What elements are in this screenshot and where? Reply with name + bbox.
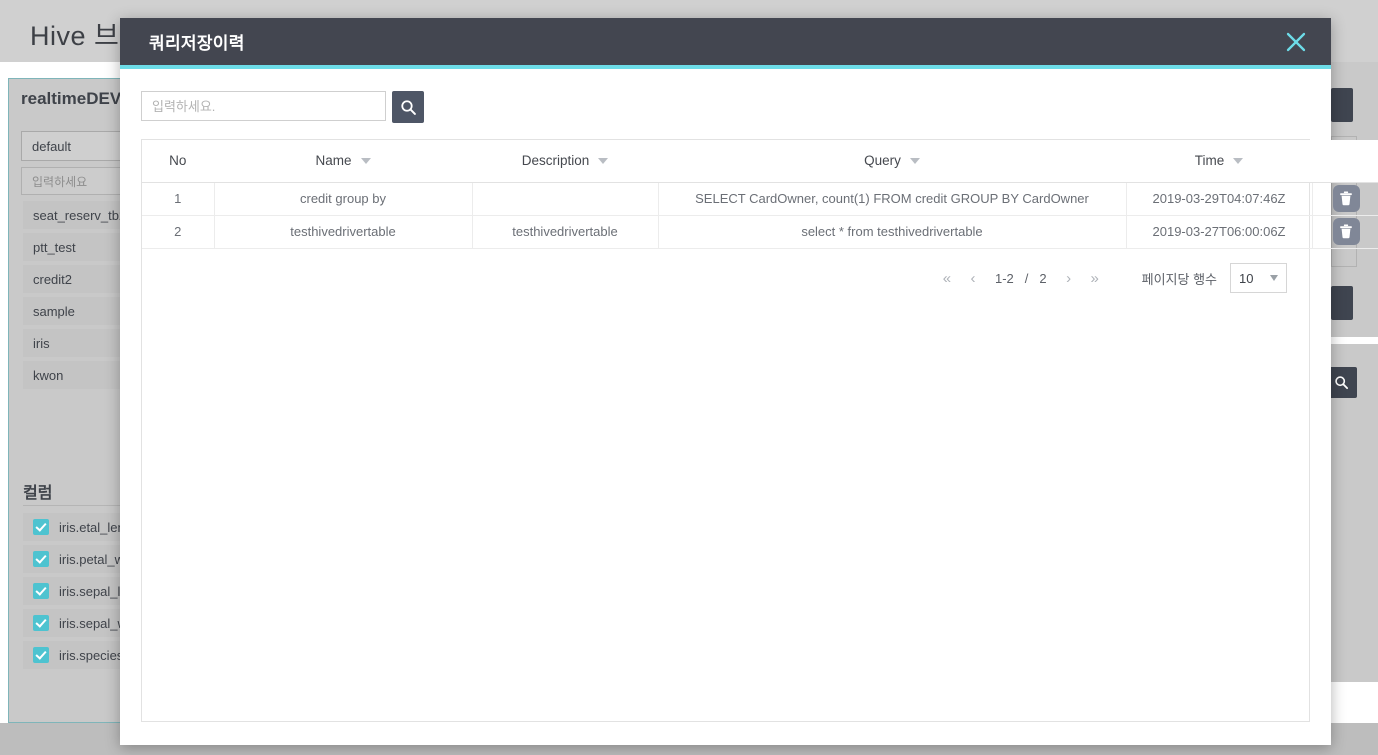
- table-filter-placeholder: 입력하세요: [32, 174, 88, 189]
- query-history-modal: 쿼리저장이력 입력하세요. No Name Description Query …: [120, 18, 1378, 745]
- rows-per-page-label: 페이지당 행수: [1141, 271, 1217, 287]
- checkbox-checked-icon[interactable]: [33, 583, 49, 599]
- cell-description: [472, 182, 659, 216]
- rows-per-page-select[interactable]: 10: [1230, 263, 1287, 293]
- column-header-time[interactable]: Time: [1126, 140, 1312, 183]
- column-header-label: Query: [864, 153, 901, 169]
- close-icon: [1286, 32, 1306, 51]
- table-head: No Name Description Query Time: [142, 140, 1378, 183]
- column-header-label: Time: [1194, 153, 1225, 169]
- last-page-button[interactable]: »: [1082, 265, 1108, 291]
- cell-actions: [1312, 215, 1378, 249]
- trash-icon: [1340, 191, 1353, 206]
- cell-name: credit group by: [214, 182, 473, 216]
- columns-section-title: 컬럼: [23, 485, 53, 502]
- cell-no: 2: [142, 215, 215, 249]
- table-row[interactable]: 2 testhivedrivertable testhivedrivertabl…: [142, 215, 1378, 249]
- column-header-query[interactable]: Query: [658, 140, 1126, 183]
- delete-button[interactable]: [1332, 218, 1360, 245]
- cell-description: testhivedrivertable: [472, 215, 659, 249]
- next-page-button[interactable]: ›: [1056, 265, 1082, 291]
- background-action-button[interactable]: [1331, 88, 1353, 122]
- checkbox-checked-icon[interactable]: [33, 615, 49, 631]
- sort-descending-icon[interactable]: [598, 157, 609, 164]
- table-body: 1 credit group by SELECT CardOwner, coun…: [142, 182, 1378, 249]
- search-button[interactable]: [392, 91, 424, 123]
- column-header-no: No: [142, 140, 214, 183]
- sort-descending-icon[interactable]: [1233, 157, 1244, 164]
- page-divider: /: [1024, 270, 1029, 286]
- search-row: [141, 91, 1310, 123]
- cell-query: select * from testhivedrivertable: [658, 215, 1127, 249]
- search-icon: [400, 99, 416, 115]
- page-total: 2: [1039, 270, 1047, 286]
- cell-time: 2019-03-27T06:00:06Z: [1126, 215, 1313, 249]
- column-header-label: Description: [521, 153, 590, 169]
- column-header-label: No: [169, 153, 187, 169]
- database-select-value: default: [32, 138, 72, 154]
- column-header-label: Name: [315, 153, 352, 169]
- cell-no: 1: [142, 182, 215, 216]
- checkbox-checked-icon[interactable]: [33, 551, 49, 567]
- query-history-table-container: No Name Description Query Time 1 credit …: [141, 139, 1378, 722]
- checkbox-checked-icon[interactable]: [33, 519, 49, 535]
- modal-body: No Name Descripti: [120, 69, 1378, 745]
- column-label: iris.species: [59, 647, 124, 663]
- checkbox-checked-icon[interactable]: [33, 647, 49, 663]
- pagination: « ‹ 1-2 / 2 › » 페이지당 행수 10: [142, 249, 1309, 298]
- table-row[interactable]: 1 credit group by SELECT CardOwner, coun…: [142, 182, 1378, 216]
- background-run-button[interactable]: [1331, 286, 1353, 320]
- delete-button[interactable]: [1332, 185, 1360, 212]
- close-button[interactable]: [1279, 25, 1313, 59]
- previous-page-button[interactable]: ‹: [960, 265, 986, 291]
- sidebar-title: realtimeDEV: [21, 89, 122, 108]
- cell-actions: [1312, 182, 1378, 216]
- page-range: 1-2: [994, 270, 1014, 286]
- cell-name: testhivedrivertable: [214, 215, 473, 249]
- search-input[interactable]: [141, 91, 386, 121]
- page-root: 계정정보 › 브라우저 › Hive Hive 브라우저 realtimeDEV…: [0, 0, 1378, 755]
- table-header-row: No Name Description Query Time: [142, 140, 1378, 183]
- search-icon: [1335, 376, 1349, 390]
- column-header-description[interactable]: Description: [472, 140, 658, 183]
- query-history-table: No Name Description Query Time 1 credit …: [142, 140, 1378, 249]
- chevron-down-icon: [1270, 275, 1278, 281]
- column-header-name[interactable]: Name: [214, 140, 472, 183]
- cell-query: SELECT CardOwner, count(1) FROM credit G…: [658, 182, 1127, 216]
- modal-title: 쿼리저장이력: [149, 34, 245, 53]
- rows-per-page-value: 10: [1239, 270, 1254, 286]
- table-empty-area: [142, 298, 1309, 722]
- trash-icon: [1340, 224, 1353, 239]
- sort-descending-icon[interactable]: [360, 157, 371, 164]
- modal-header: 쿼리저장이력: [120, 18, 1331, 69]
- column-header-actions: [1312, 140, 1378, 183]
- sort-descending-icon[interactable]: [909, 157, 920, 164]
- cell-time: 2019-03-29T04:07:46Z: [1126, 182, 1313, 216]
- first-page-button[interactable]: «: [934, 265, 960, 291]
